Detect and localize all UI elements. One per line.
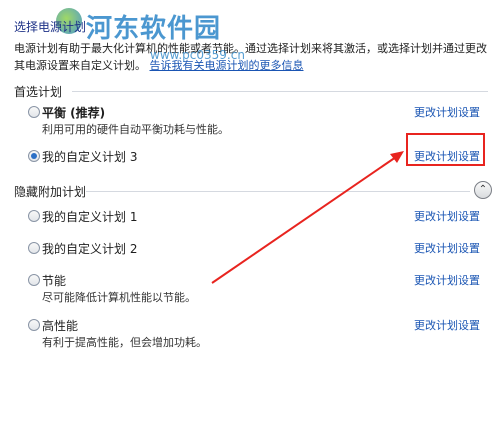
arrow-head: [390, 151, 404, 163]
annotation-arrow: [211, 151, 404, 284]
arrow-line: [211, 156, 397, 284]
